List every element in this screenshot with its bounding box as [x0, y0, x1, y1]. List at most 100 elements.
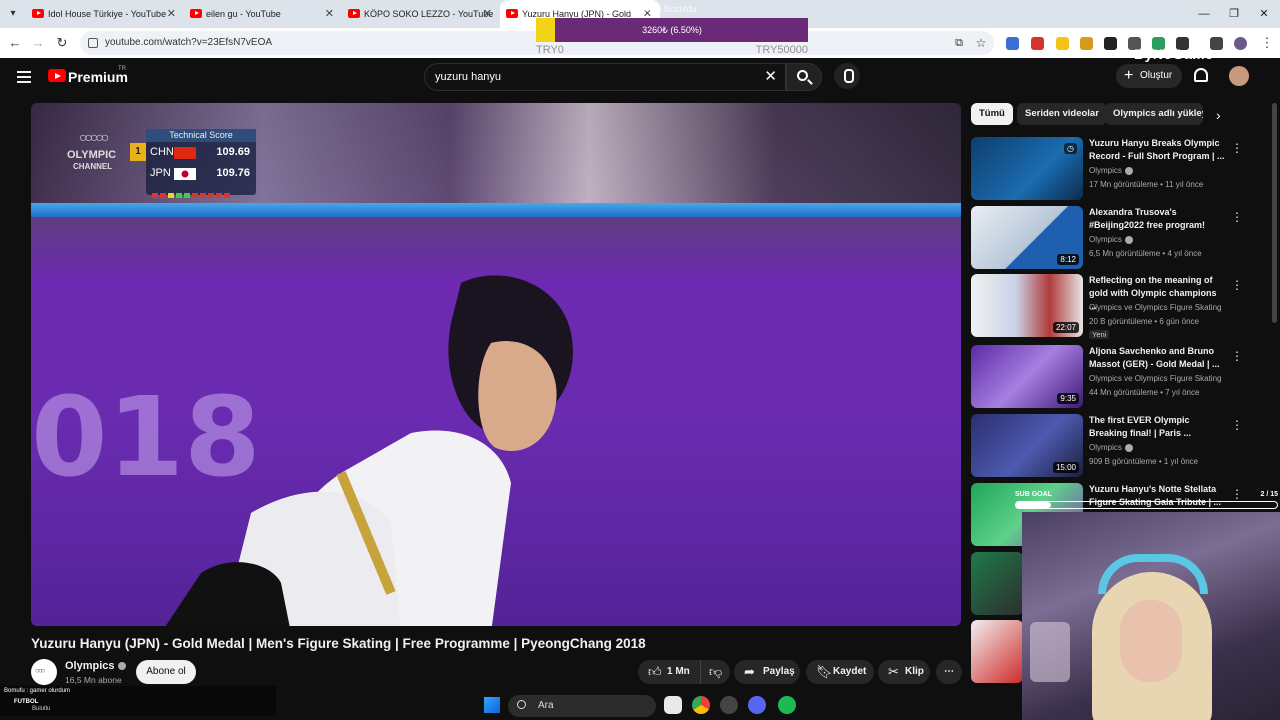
- taskbar-search[interactable]: Ara: [508, 695, 656, 717]
- youtube-logo-icon[interactable]: [48, 69, 66, 82]
- browser-tab-title: Idol House Türkiye - YouTube: [48, 9, 167, 19]
- more-vertical-icon[interactable]: ⋮: [1231, 141, 1243, 155]
- video-thumbnail[interactable]: 22:07: [971, 274, 1083, 337]
- recommendation-item[interactable]: 8:12 Alexandra Trusova's #Beijing2022 fr…: [971, 206, 1271, 270]
- like-button[interactable]: 👍︎ 1 Mn: [638, 660, 700, 684]
- extension-icon[interactable]: [1080, 37, 1093, 50]
- browser-tab[interactable]: KÖPO SOKO LEZZO - YouTube ✕: [342, 0, 500, 28]
- video-player[interactable]: 018 ○○○○○ OLYMPIC CHANNEL Technical Scor…: [31, 103, 961, 626]
- video-thumbnail[interactable]: ◷: [971, 137, 1083, 200]
- extension-icon[interactable]: [1031, 37, 1044, 50]
- more-actions-button[interactable]: ⋯: [936, 660, 962, 684]
- video-thumbnail[interactable]: 15:00: [971, 414, 1083, 477]
- weather-label: Bulutlu: [32, 706, 51, 712]
- duration-badge: 22:07: [1052, 322, 1079, 333]
- extension-icon[interactable]: [1006, 37, 1019, 50]
- browser-tab[interactable]: eilen gu - YouTube ✕: [184, 0, 342, 28]
- broadcaster-subname: CHANNEL: [73, 162, 113, 171]
- close-window-icon[interactable]: ✕: [1248, 0, 1280, 28]
- windows-start-icon[interactable]: [484, 697, 500, 713]
- technical-score-board: Technical Score 1 CHN 109.69 JPN 109.76: [130, 129, 256, 198]
- video-title: Yuzuru Hanyu (JPN) - Gold Medal | Men's …: [31, 636, 646, 651]
- sidebar-scrollbar[interactable]: [1272, 103, 1277, 323]
- clip-label: Klip: [905, 666, 924, 677]
- forward-icon[interactable]: →: [29, 34, 47, 52]
- sub-goal-label: SUB GOAL: [1015, 491, 1052, 498]
- search-button[interactable]: [786, 63, 822, 91]
- recommendation-title[interactable]: The first EVER Olympic Breaking final! |…: [1089, 414, 1225, 440]
- recommendation-title[interactable]: Yuzuru Hanyu Breaks Olympic Record - Ful…: [1089, 137, 1225, 163]
- new-badge: Yeni: [1089, 330, 1110, 339]
- bookmark-star-icon[interactable]: ☆: [972, 34, 990, 52]
- save-label: Kaydet: [833, 666, 867, 677]
- guide-menu-icon[interactable]: [17, 71, 31, 83]
- clear-search-icon[interactable]: ✕: [764, 64, 777, 90]
- search-input[interactable]: yuzuru hanyu ✕: [424, 63, 786, 91]
- video-thumbnail[interactable]: [971, 620, 1023, 683]
- recommendation-title[interactable]: Aljona Savchenko and Bruno Massot (GER) …: [1089, 345, 1225, 371]
- profile-avatar-icon[interactable]: [1234, 37, 1247, 50]
- task-view-icon[interactable]: [664, 696, 682, 714]
- notifications-bell-icon[interactable]: [1194, 68, 1208, 82]
- dislike-button[interactable]: 👎︎: [700, 660, 730, 684]
- subscriber-count: 16,5 Mn abone: [65, 675, 122, 685]
- install-app-icon[interactable]: ⧉: [950, 34, 968, 52]
- browser-tab[interactable]: Idol House Türkiye - YouTube ✕: [26, 0, 184, 28]
- subscribe-button[interactable]: Abone ol: [136, 660, 196, 684]
- reload-icon[interactable]: ↻: [53, 34, 71, 52]
- video-thumbnail[interactable]: [971, 552, 1023, 615]
- chip-series[interactable]: Seriden videolar: [1017, 103, 1107, 125]
- spotify-icon[interactable]: [778, 696, 796, 714]
- more-vertical-icon[interactable]: ⋮: [1231, 210, 1243, 224]
- more-vertical-icon[interactable]: ⋮: [1231, 349, 1243, 363]
- tab-search-menu-icon[interactable]: ▾: [4, 5, 22, 23]
- recommendation-item[interactable]: 22:07 Reflecting on the meaning of gold …: [971, 274, 1271, 339]
- recommendation-channel: Olympics ve Olympics Figure Skating: [1089, 374, 1241, 383]
- discord-icon[interactable]: [748, 696, 766, 714]
- recommendation-item[interactable]: ◷ Yuzuru Hanyu Breaks Olympic Record - F…: [971, 137, 1271, 201]
- create-button[interactable]: + Oluştur: [1116, 64, 1182, 88]
- donation-goal-title: Telefonum Bozuldu: [620, 4, 697, 14]
- bookmark-icon: 🔖︎: [816, 664, 833, 679]
- donation-progress-bar: 3260₺ (6.50%): [536, 18, 808, 42]
- recommendation-title[interactable]: Alexandra Trusova's #Beijing2022 free pr…: [1089, 206, 1225, 232]
- chevron-right-icon[interactable]: ›: [1216, 107, 1221, 123]
- channel-avatar[interactable]: ○○○: [31, 659, 57, 685]
- save-button[interactable]: 🔖︎ Kaydet: [806, 660, 874, 684]
- watch-later-icon[interactable]: ◷: [1064, 143, 1077, 154]
- recommendation-item[interactable]: 15:00 The first EVER Olympic Breaking fi…: [971, 414, 1271, 478]
- minimize-icon[interactable]: —: [1188, 0, 1220, 28]
- account-avatar[interactable]: [1229, 66, 1249, 86]
- channel-name[interactable]: Olympics: [65, 660, 126, 672]
- back-icon[interactable]: ←: [6, 34, 24, 52]
- tab-close-icon[interactable]: ✕: [325, 0, 334, 28]
- verified-icon: [1124, 166, 1133, 175]
- chip-all[interactable]: Tümü: [971, 103, 1013, 125]
- extension-icon[interactable]: [1104, 37, 1117, 50]
- obs-icon[interactable]: [720, 696, 738, 714]
- clip-button[interactable]: ✂ Klip: [878, 660, 930, 684]
- browser-menu-icon[interactable]: ⋮: [1258, 34, 1276, 52]
- video-thumbnail[interactable]: 8:12: [971, 206, 1083, 269]
- site-info-icon[interactable]: [88, 38, 98, 48]
- sub-goal-count: 2 / 15: [1260, 491, 1278, 498]
- recommendation-meta: 909 B görüntüleme • 1 yıl önce: [1089, 457, 1199, 466]
- channel-text: Olympics ve Olympics Figure Skating: [1089, 374, 1222, 383]
- more-vertical-icon[interactable]: ⋮: [1231, 418, 1243, 432]
- channel-text: Olympics: [1089, 166, 1122, 175]
- more-vertical-icon[interactable]: ⋮: [1231, 278, 1243, 292]
- maximize-icon[interactable]: ❐: [1218, 0, 1250, 28]
- recommendation-item[interactable]: 9:35 Aljona Savchenko and Bruno Massot (…: [971, 345, 1271, 409]
- channel-name-text: Olympics: [65, 660, 115, 672]
- tab-close-icon[interactable]: ✕: [167, 0, 176, 28]
- sub-goal-overlay: SUB GOAL 2 / 15: [1015, 491, 1278, 511]
- video-thumbnail[interactable]: 9:35: [971, 345, 1083, 408]
- tab-close-icon[interactable]: ✕: [483, 0, 492, 28]
- extension-icon[interactable]: [1056, 37, 1069, 50]
- voice-search-icon[interactable]: [834, 63, 860, 89]
- chrome-icon[interactable]: [692, 696, 710, 714]
- olympic-rings-icon: ○○○: [35, 666, 45, 675]
- chip-uploader[interactable]: Olympics adlı yükleyi: [1105, 103, 1203, 125]
- share-button[interactable]: ➦ Paylaş: [734, 660, 800, 684]
- youtube-favicon-icon: [190, 9, 202, 18]
